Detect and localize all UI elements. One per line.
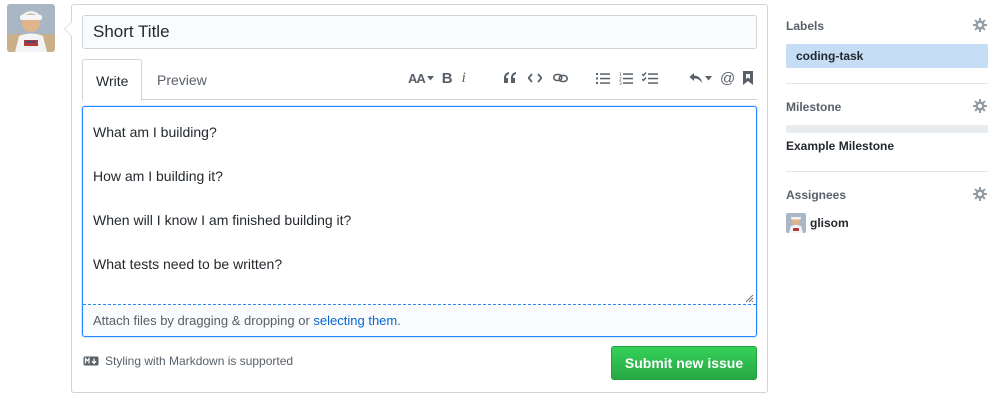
svg-text:3: 3 xyxy=(619,81,622,85)
avatar xyxy=(786,213,806,233)
assignee-item[interactable]: glisom xyxy=(786,213,849,233)
body-line: What am I building? xyxy=(93,124,217,140)
toolbar-format-group: AA B i xyxy=(405,67,469,89)
submit-new-issue-button[interactable]: Submit new issue xyxy=(611,346,757,380)
gear-icon[interactable] xyxy=(973,99,987,113)
markdown-support-note[interactable]: Styling with Markdown is supported xyxy=(83,354,293,368)
attach-suffix: . xyxy=(397,313,401,328)
sidebar-divider xyxy=(786,171,988,172)
attach-files-bar[interactable]: Attach files by dragging & dropping or s… xyxy=(83,306,756,336)
select-files-link[interactable]: selecting them xyxy=(313,313,397,328)
bold-icon[interactable]: B xyxy=(442,68,453,88)
milestone-progress-bar xyxy=(786,125,988,133)
bookmark-icon[interactable] xyxy=(743,68,754,88)
sidebar-divider xyxy=(786,83,988,84)
task-list-icon[interactable] xyxy=(642,68,658,88)
body-line: How am I building it? xyxy=(93,168,223,184)
unordered-list-icon[interactable] xyxy=(596,68,610,88)
author-avatar[interactable] xyxy=(7,4,55,52)
body-line: What tests need to be written? xyxy=(93,256,283,272)
link-icon[interactable] xyxy=(553,68,568,88)
italic-icon[interactable]: i xyxy=(462,68,466,88)
text-size-icon[interactable]: AA xyxy=(408,68,434,88)
toolbar-list-group: 123 xyxy=(593,67,661,89)
new-issue-form: Short Title Write Preview AA B i 123 @ W… xyxy=(64,4,768,393)
tab-write[interactable]: Write xyxy=(82,59,143,101)
reply-icon[interactable] xyxy=(689,68,712,88)
ordered-list-icon[interactable]: 123 xyxy=(619,68,633,88)
gear-icon[interactable] xyxy=(973,187,987,201)
toolbar-misc-group: @ xyxy=(686,67,756,89)
resize-handle-icon[interactable] xyxy=(744,293,754,303)
tab-preview[interactable]: Preview xyxy=(144,59,220,100)
gear-icon[interactable] xyxy=(973,18,987,32)
body-line: When will I know I am finished building … xyxy=(93,212,352,228)
toolbar-insert-group xyxy=(500,67,571,89)
milestone-heading[interactable]: Milestone xyxy=(786,100,841,114)
labels-heading[interactable]: Labels xyxy=(786,19,824,33)
markdown-note-text: Styling with Markdown is supported xyxy=(105,354,294,368)
markdown-icon xyxy=(83,356,99,366)
issue-title-input[interactable]: Short Title xyxy=(82,15,757,49)
quote-icon[interactable] xyxy=(503,68,517,88)
label-coding-task[interactable]: coding-task xyxy=(786,44,988,68)
attach-text: Attach files by dragging & dropping or xyxy=(93,313,314,328)
assignees-heading[interactable]: Assignees xyxy=(786,188,846,202)
issue-body-textarea[interactable]: What am I building? How am I building it… xyxy=(83,107,756,305)
issue-body-editor: What am I building? How am I building it… xyxy=(82,106,757,337)
milestone-name[interactable]: Example Milestone xyxy=(786,139,894,153)
mention-icon[interactable]: @ xyxy=(720,68,735,88)
code-icon[interactable] xyxy=(528,68,542,88)
assignee-name: glisom xyxy=(810,216,849,230)
text-size-label: AA xyxy=(408,70,426,86)
